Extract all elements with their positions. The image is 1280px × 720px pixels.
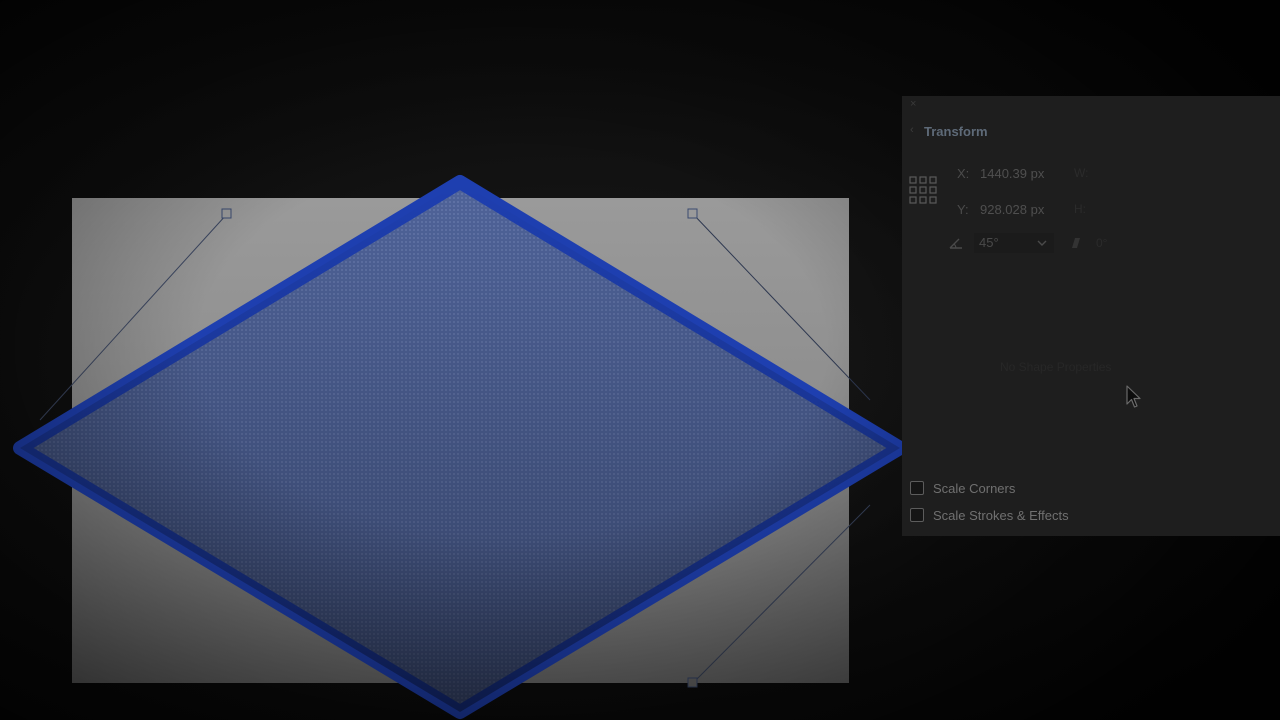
scale-corners-row[interactable]: Scale Corners bbox=[910, 479, 1015, 497]
shear-icon bbox=[1072, 238, 1080, 248]
w-label: W: bbox=[1074, 166, 1089, 180]
panel-collapse-icon[interactable]: ‹ bbox=[910, 124, 914, 136]
rotate-angle-icon bbox=[949, 238, 962, 249]
x-label: X: bbox=[957, 166, 970, 181]
selection-handle-top-left bbox=[221, 208, 232, 219]
chevron-down-icon[interactable] bbox=[1037, 239, 1047, 247]
scale-corners-label: Scale Corners bbox=[933, 480, 1016, 496]
h-label: H: bbox=[1074, 202, 1086, 216]
no-shape-properties-text: No Shape Properties bbox=[1000, 360, 1112, 374]
scale-strokes-label: Scale Strokes & Effects bbox=[933, 507, 1069, 523]
selection-handle-top-right bbox=[687, 208, 698, 219]
shear-field[interactable]: 0° bbox=[1096, 236, 1107, 250]
panel-close-icon[interactable]: × bbox=[910, 98, 916, 110]
screen: × ‹ Transform X: 1440.39 px W: Y: 928.02… bbox=[0, 0, 1280, 720]
scale-strokes-checkbox[interactable] bbox=[910, 508, 924, 522]
mouse-pointer-icon bbox=[1126, 385, 1141, 408]
y-field[interactable]: 928.028 px bbox=[980, 202, 1044, 217]
reference-point-grid-icon[interactable] bbox=[909, 176, 937, 204]
scale-corners-checkbox[interactable] bbox=[910, 481, 924, 495]
scale-strokes-row[interactable]: Scale Strokes & Effects bbox=[910, 506, 1069, 524]
selection-handle-bottom-right bbox=[687, 677, 698, 688]
panel-title: Transform bbox=[924, 124, 988, 139]
transform-panel: × ‹ Transform X: 1440.39 px W: Y: 928.02… bbox=[902, 96, 1280, 536]
y-label: Y: bbox=[957, 202, 969, 217]
rotate-angle-value: 45° bbox=[979, 235, 999, 250]
x-field[interactable]: 1440.39 px bbox=[980, 166, 1044, 181]
